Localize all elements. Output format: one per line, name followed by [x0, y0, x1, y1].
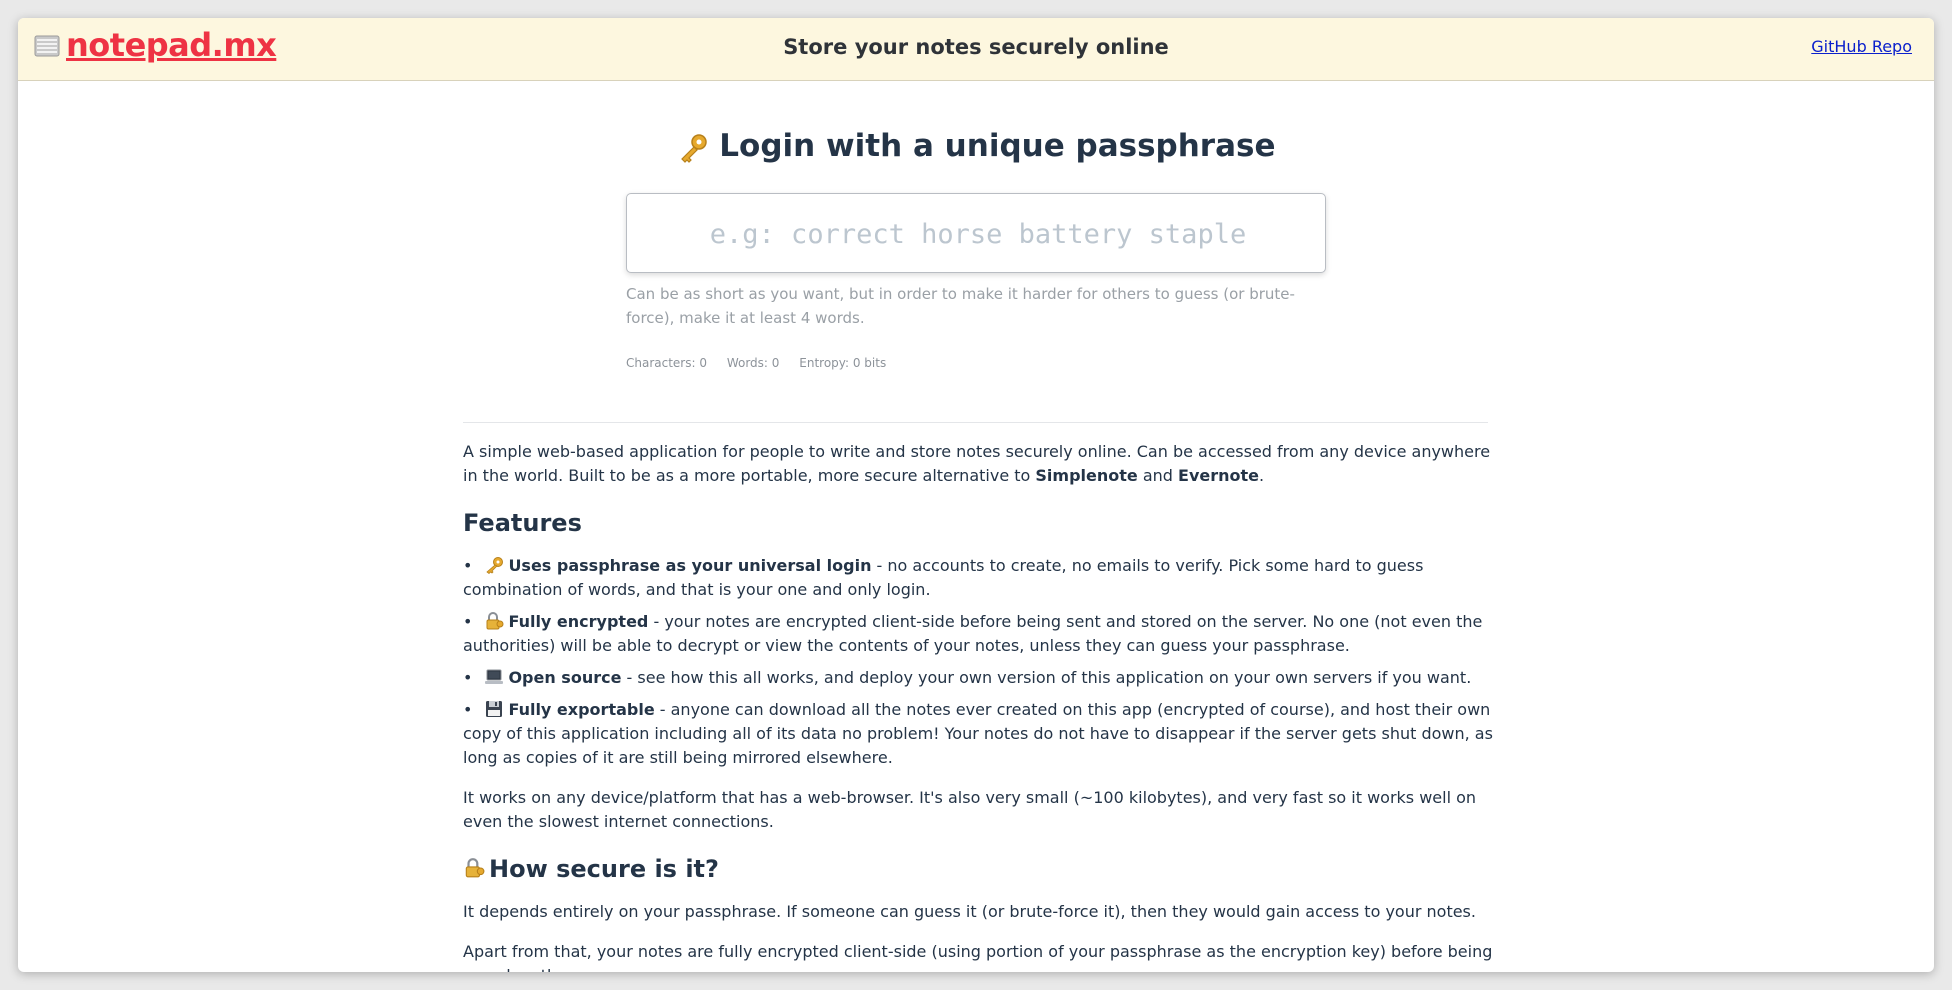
floppy-disk-icon	[486, 701, 503, 717]
passphrase-field[interactable]	[626, 193, 1329, 274]
feature-item-encrypted: • Fully encrypted - your notes are encryp…	[463, 612, 1483, 655]
intro-paragraph: A simple web-based application for peopl…	[463, 442, 1491, 485]
lock-with-key-icon	[465, 858, 485, 878]
github-repo-link[interactable]: GitHub Repo	[1811, 37, 1912, 56]
login-heading: Login with a unique passphrase	[18, 128, 1934, 164]
features-list: • Uses passphrase as your universal login…	[463, 554, 1493, 770]
word-count: Words: 0	[726, 356, 780, 370]
devices-paragraph: It works on any device/platform that has…	[463, 788, 1477, 831]
entropy-value: Entropy: 0 bits	[799, 356, 887, 370]
lock-with-key-icon	[486, 612, 504, 630]
header-tagline: Store your notes securely online	[783, 35, 1169, 59]
login-title-text: Login with a unique passphrase	[719, 128, 1276, 164]
top-bar: notepad.mx Store your notes securely onl…	[18, 18, 1934, 81]
key-icon	[680, 133, 707, 163]
feature-item-passphrase: • Uses passphrase as your universal login…	[463, 556, 1424, 599]
security-heading: How secure is it?	[463, 854, 1493, 884]
features-heading: Features	[463, 509, 582, 537]
passphrase-hint: Can be as short as you want, but in orde…	[626, 285, 1295, 327]
browser-window: notepad.mx Store your notes securely onl…	[18, 18, 1934, 972]
about-content: A simple web-based application for peopl…	[463, 440, 1493, 972]
security-paragraph-2: Apart from that, your notes are fully en…	[463, 942, 1493, 972]
evernote-mention: Evernote	[1178, 466, 1260, 485]
laptop-icon	[485, 669, 504, 684]
section-divider	[463, 422, 1488, 423]
passphrase-stats: Characters: 0 Words: 0 Entropy: 0 bits	[626, 356, 902, 370]
feature-item-exportable: • Fully exportable - anyone can download …	[463, 700, 1493, 767]
character-count: Characters: 0	[626, 356, 707, 370]
simplenote-mention: Simplenote	[1035, 466, 1138, 485]
passphrase-input[interactable]	[627, 194, 1329, 274]
security-paragraph-1: It depends entirely on your passphrase. …	[463, 902, 1476, 921]
feature-item-open-source: • Open source - see how this all works, a…	[463, 668, 1472, 687]
key-icon	[486, 557, 504, 574]
